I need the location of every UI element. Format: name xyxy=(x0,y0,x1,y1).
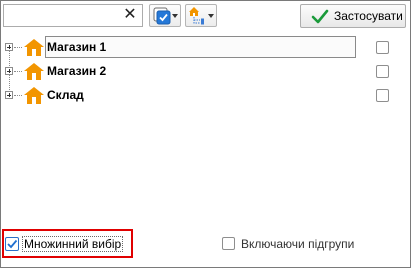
apply-button-label: Застосувати xyxy=(334,9,403,23)
selection-panel: ✕ Застосувати Магазин 1 Магазин 2 Склад … xyxy=(0,0,411,268)
multi-select-label[interactable]: Множинний вибір xyxy=(22,236,124,252)
tree-item-label: Магазин 2 xyxy=(47,64,107,78)
checkmark-icon xyxy=(7,239,18,249)
check-options-button[interactable] xyxy=(149,4,181,27)
tree-item-checkbox[interactable] xyxy=(376,41,389,54)
multi-select-checkbox[interactable] xyxy=(5,237,19,251)
house-icon xyxy=(24,63,44,80)
chevron-down-icon xyxy=(208,14,214,18)
tree-item-checkbox[interactable] xyxy=(376,65,389,78)
chevron-down-icon xyxy=(172,14,178,18)
tree-connector xyxy=(14,95,22,96)
search-box: ✕ xyxy=(3,4,143,27)
tree-row[interactable]: Магазин 1 xyxy=(1,36,410,60)
expand-icon[interactable] xyxy=(5,91,13,99)
checkbox-checked-icon xyxy=(153,7,171,25)
tree-row[interactable]: Магазин 2 xyxy=(1,60,410,84)
tree-item-label: Магазин 1 xyxy=(47,40,107,54)
expand-icon[interactable] xyxy=(5,43,13,51)
clear-search-icon[interactable]: ✕ xyxy=(122,6,138,24)
apply-button[interactable]: Застосувати xyxy=(300,4,406,28)
include-subgroups-checkbox[interactable] xyxy=(222,237,235,250)
tree-connector xyxy=(14,47,22,48)
tree-item-checkbox[interactable] xyxy=(376,89,389,102)
checkmark-icon xyxy=(311,9,329,24)
search-input[interactable] xyxy=(6,7,122,23)
include-subgroups-label[interactable]: Включаючи підгрупи xyxy=(241,237,354,251)
tree-connector xyxy=(14,71,22,72)
tree-item-label: Склад xyxy=(47,88,84,102)
expand-icon[interactable] xyxy=(5,67,13,75)
tree-row[interactable]: Склад xyxy=(1,84,410,108)
structure-options-button[interactable] xyxy=(185,4,217,27)
house-icon xyxy=(24,39,44,56)
house-icon xyxy=(24,87,44,104)
hierarchy-icon xyxy=(189,7,204,25)
